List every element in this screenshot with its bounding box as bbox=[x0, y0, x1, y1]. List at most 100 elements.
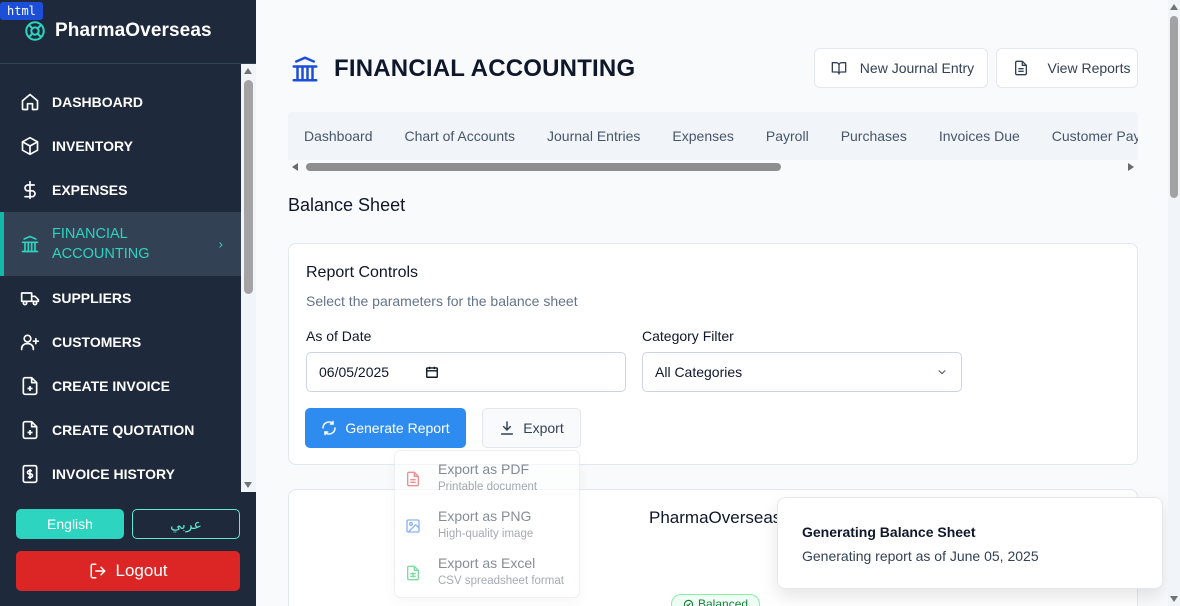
file-plus-icon bbox=[22, 420, 38, 440]
export-png-title: Export as PNG bbox=[438, 508, 532, 524]
sidebar-item-label: DASHBOARD bbox=[52, 94, 143, 110]
status-badge: Balanced bbox=[671, 594, 761, 606]
chevron-down-icon bbox=[938, 370, 946, 375]
new-journal-entry-label: New Journal Entry bbox=[859, 60, 975, 76]
as-of-date-input[interactable]: 06/05/2025 bbox=[306, 352, 626, 392]
truck-icon bbox=[20, 292, 40, 306]
tab-expenses[interactable]: Expenses bbox=[656, 112, 749, 160]
sidebar-item-create-quotation[interactable]: CREATE QUOTATION bbox=[0, 408, 241, 452]
export-pdf-title: Export as PDF bbox=[438, 461, 530, 477]
tabs-scrollbar[interactable] bbox=[288, 160, 1138, 174]
sidebar-item-inventory[interactable]: INVENTORY bbox=[0, 124, 241, 168]
calendar-icon[interactable] bbox=[425, 365, 439, 379]
accounting-tabs: Dashboard Chart of Accounts Journal Entrie… bbox=[288, 112, 1138, 160]
scrollbar-thumb[interactable] bbox=[244, 80, 253, 294]
section-title: Balance Sheet bbox=[288, 195, 406, 215]
sidebar-item-dashboard[interactable]: DASHBOARD bbox=[0, 80, 241, 124]
sidebar-item-label: INVOICE HISTORY bbox=[52, 466, 175, 482]
category-filter-value: All Categories bbox=[655, 364, 743, 380]
brand[interactable]: PharmaOverseas bbox=[24, 20, 212, 42]
spreadsheet-icon bbox=[407, 565, 419, 581]
bank-icon bbox=[21, 235, 39, 253]
export-excel-title: Export as Excel bbox=[438, 555, 536, 571]
page-scrollbar[interactable] bbox=[1168, 0, 1180, 606]
toast-title: Generating Balance Sheet bbox=[802, 524, 976, 540]
logout-label: Logout bbox=[115, 561, 168, 580]
logout-button[interactable]: Logout bbox=[16, 551, 240, 591]
user-plus-icon bbox=[20, 334, 40, 351]
export-png-desc: High-quality image bbox=[438, 528, 534, 540]
tab-purchases[interactable]: Purchases bbox=[825, 112, 923, 160]
book-open-icon bbox=[831, 62, 847, 75]
html-debug-tag: html bbox=[0, 2, 43, 20]
scrollbar-thumb[interactable] bbox=[306, 163, 781, 171]
sidebar-item-label: CREATE INVOICE bbox=[52, 378, 170, 394]
sidebar-item-label: EXPENSES bbox=[52, 182, 128, 198]
sidebar-item-invoice-history[interactable]: INVOICE HISTORY bbox=[0, 452, 241, 492]
card-title: Report Controls bbox=[306, 264, 419, 281]
logout-icon bbox=[90, 563, 105, 579]
file-text-icon bbox=[407, 471, 419, 487]
brand-name: PharmaOverseas bbox=[55, 20, 212, 41]
lifebuoy-icon bbox=[25, 21, 45, 41]
receipt-icon bbox=[22, 464, 38, 484]
sidebar-item-customers[interactable]: CUSTOMERS bbox=[0, 320, 241, 364]
scroll-up-arrow[interactable] bbox=[1170, 4, 1178, 10]
toast-notification[interactable]: Generating Balance Sheet Generating repo… bbox=[777, 497, 1163, 589]
scroll-down-arrow[interactable] bbox=[244, 482, 252, 488]
language-english-button[interactable]: English bbox=[16, 509, 124, 539]
tab-chart-of-accounts[interactable]: Chart of Accounts bbox=[389, 112, 532, 160]
view-reports-button[interactable]: View Reports bbox=[996, 48, 1138, 88]
export-png-item[interactable]: Export as PNG High-quality image bbox=[405, 506, 533, 546]
language-switcher: English عربي bbox=[16, 509, 240, 539]
sidebar-item-create-invoice[interactable]: CREATE INVOICE bbox=[0, 364, 241, 408]
tab-dashboard[interactable]: Dashboard bbox=[288, 112, 389, 160]
export-pdf-desc: Printable document bbox=[438, 481, 538, 493]
sidebar-item-financial-accounting[interactable]: FINANCIAL ACCOUNTING › bbox=[0, 212, 241, 276]
scroll-down-arrow[interactable] bbox=[1170, 596, 1178, 602]
card-subtitle: Select the parameters for the balance sh… bbox=[306, 293, 578, 309]
category-filter-select[interactable]: All Categories bbox=[642, 352, 962, 392]
divider bbox=[0, 63, 256, 64]
sidebar-item-label: CUSTOMERS bbox=[52, 334, 142, 350]
sidebar-item-expenses[interactable]: EXPENSES bbox=[0, 168, 241, 212]
home-icon bbox=[21, 93, 39, 111]
scrollbar-thumb[interactable] bbox=[1170, 16, 1178, 198]
page-header: FINANCIAL ACCOUNTING bbox=[290, 54, 635, 84]
scroll-up-arrow[interactable] bbox=[244, 68, 252, 74]
tab-journal-entries[interactable]: Journal Entries bbox=[531, 112, 656, 160]
as-of-date-label: As of Date bbox=[306, 328, 372, 344]
export-pdf-item[interactable]: Export as PDF Printable document bbox=[405, 459, 537, 499]
category-filter-label: Category Filter bbox=[642, 328, 734, 344]
dollar-icon bbox=[24, 180, 36, 200]
generate-report-label: Generate Report bbox=[345, 420, 450, 436]
image-icon bbox=[406, 519, 420, 533]
box-icon bbox=[21, 136, 39, 156]
sidebar-scrollbar[interactable] bbox=[241, 64, 256, 492]
sidebar-item-label: SUPPLIERS bbox=[52, 290, 132, 306]
generate-report-button[interactable]: Generate Report bbox=[305, 408, 466, 448]
status-text: Balanced bbox=[698, 597, 749, 606]
export-button[interactable]: Export bbox=[482, 408, 581, 448]
sidebar-item-label: CREATE QUOTATION bbox=[52, 422, 195, 438]
as-of-date-value: 06/05/2025 bbox=[319, 364, 390, 380]
sidebar-item-label: FINANCIAL ACCOUNTING bbox=[52, 226, 150, 262]
tab-invoices-due[interactable]: Invoices Due bbox=[923, 112, 1036, 160]
view-reports-label: View Reports bbox=[1047, 60, 1131, 76]
file-text-icon bbox=[1015, 60, 1027, 76]
tab-payroll[interactable]: Payroll bbox=[750, 112, 825, 160]
export-menu: Export as PDF Printable document Export … bbox=[394, 450, 580, 598]
refresh-icon bbox=[322, 420, 337, 436]
scroll-left-arrow[interactable] bbox=[292, 163, 298, 171]
tab-customer-payments[interactable]: Customer Payments bbox=[1036, 112, 1138, 160]
export-excel-item[interactable]: Export as Excel CSV spreadsheet format bbox=[405, 553, 564, 593]
page-title: FINANCIAL ACCOUNTING bbox=[334, 55, 636, 82]
sidebar-item-suppliers[interactable]: SUPPLIERS bbox=[0, 276, 241, 320]
new-journal-entry-button[interactable]: New Journal Entry bbox=[814, 48, 988, 88]
sidebar: PharmaOverseas DASHBOARD INVENTORY EXPEN… bbox=[0, 0, 256, 606]
language-arabic-button[interactable]: عربي bbox=[132, 509, 240, 539]
scroll-right-arrow[interactable] bbox=[1128, 163, 1134, 171]
report-controls-card: Report Controls Select the parameters fo… bbox=[288, 243, 1138, 465]
sidebar-nav: DASHBOARD INVENTORY EXPENSES FINANCIAL A… bbox=[0, 80, 241, 492]
export-label: Export bbox=[523, 420, 564, 436]
